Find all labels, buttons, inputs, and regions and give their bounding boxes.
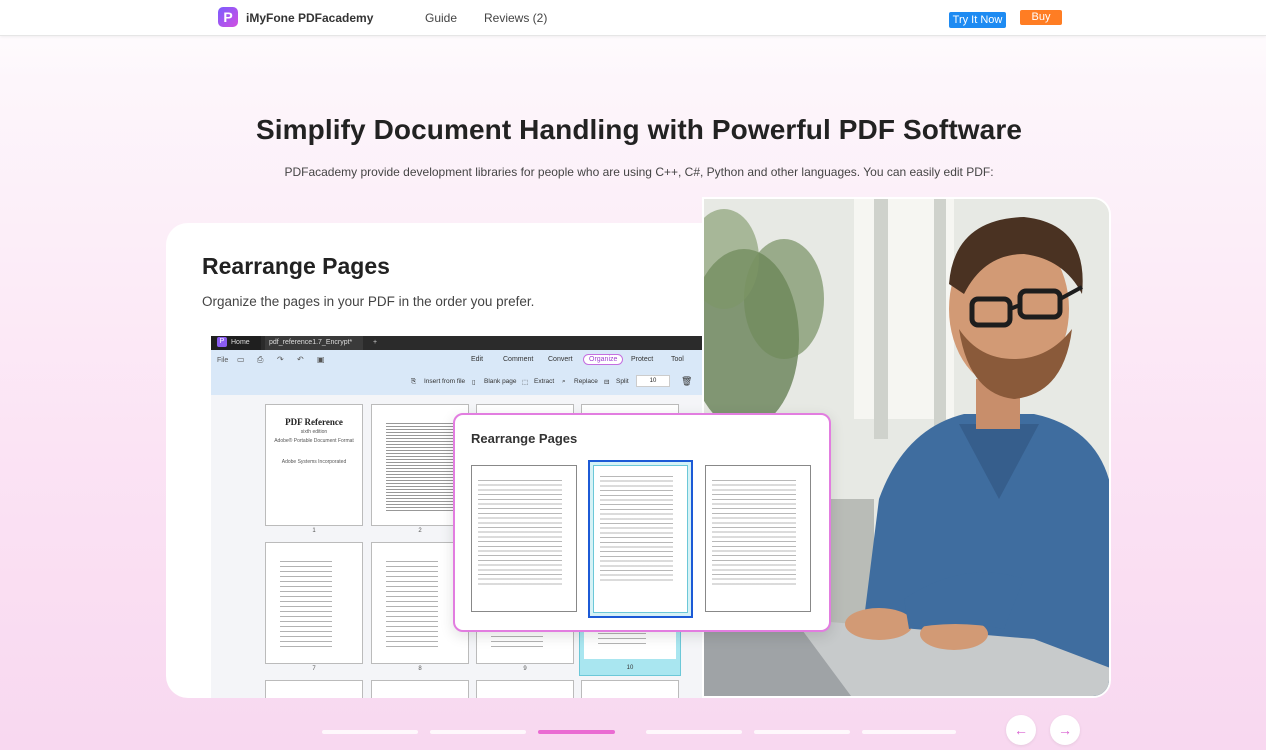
- page-label: 1: [312, 528, 316, 534]
- carousel-indicator[interactable]: [430, 730, 526, 734]
- text-lines: [712, 480, 796, 588]
- redo-icon: ↷: [277, 355, 284, 364]
- page-thumbnail: [265, 680, 363, 698]
- tool-insert-from-file: Insert from file: [424, 378, 466, 385]
- split-icon: ⊟: [604, 379, 610, 386]
- text-lines: [386, 423, 454, 511]
- dialog-page-inner: [593, 465, 688, 613]
- page-thumbnail: [265, 542, 363, 664]
- undo-icon: ↶: [297, 355, 304, 364]
- carousel-indicator[interactable]: [862, 730, 956, 734]
- app-menu-edit: Edit: [471, 356, 484, 363]
- page-thumbnail: [476, 680, 574, 698]
- dialog-title: Rearrange Pages: [471, 431, 578, 446]
- carousel-indicator[interactable]: [646, 730, 742, 734]
- screenshot-icon: ▣: [317, 355, 325, 364]
- page-label: 8: [418, 666, 422, 672]
- page-thumbnail: [581, 680, 679, 698]
- thumb-doc-title: PDF Reference: [285, 417, 343, 427]
- app-logo-icon: P: [217, 337, 227, 348]
- app-menu-comment: Comment: [503, 356, 534, 363]
- carousel-prev-arrow-icon[interactable]: ←: [1006, 715, 1036, 745]
- tool-extract: Extract: [534, 378, 555, 385]
- app-menu-convert: Convert: [548, 356, 573, 363]
- tool-split: Split: [616, 378, 629, 385]
- app-tab-bar: P Home pdf_reference1.7_Encrypt* +: [211, 336, 726, 350]
- dialog-page-selected: [588, 460, 693, 618]
- page-subtitle: PDFacademy provide development libraries…: [284, 165, 994, 179]
- blank-page-icon: ▯: [472, 379, 476, 386]
- thumb-doc-format: Adobe® Portable Document Format: [274, 438, 354, 444]
- rearrange-pages-dialog: Rearrange Pages: [453, 413, 831, 632]
- text-lines: [280, 561, 332, 649]
- dialog-page: [471, 465, 577, 612]
- carousel-indicator[interactable]: [322, 730, 418, 734]
- nav-link-reviews[interactable]: Reviews (2): [484, 11, 547, 25]
- print-icon: ⎙: [257, 355, 264, 364]
- trash-icon: 🗑: [681, 376, 693, 386]
- carousel-next-arrow-icon[interactable]: →: [1050, 715, 1080, 745]
- page-label: 9: [523, 666, 527, 672]
- app-tab-document: pdf_reference1.7_Encrypt*: [265, 336, 363, 350]
- thumb-doc-company: Adobe Systems Incorporated: [281, 459, 347, 465]
- text-lines: [478, 480, 562, 588]
- app-file-menu: File: [217, 357, 229, 364]
- tool-replace: Replace: [574, 378, 598, 385]
- nav-link-guide[interactable]: Guide: [425, 11, 457, 25]
- dialog-page: [705, 465, 811, 612]
- brand-name[interactable]: iMyFone PDFacademy: [246, 11, 373, 25]
- feature-description: Organize the pages in your PDF in the or…: [202, 294, 535, 309]
- top-navbar: P iMyFone PDFacademy Guide Reviews (2) T…: [0, 0, 1266, 36]
- feature-title: Rearrange Pages: [202, 253, 390, 279]
- brand-logo-icon[interactable]: P: [218, 7, 238, 27]
- page-thumbnail: PDF Reference sixth edition Adobe® Porta…: [265, 404, 363, 526]
- insert-file-icon: ⎘: [411, 378, 417, 385]
- app-tab-home-label: Home: [231, 339, 250, 346]
- page-label: 7: [312, 666, 316, 672]
- app-menu-organize: Organize: [583, 354, 624, 365]
- carousel-indicator-active[interactable]: [538, 730, 615, 734]
- try-it-now-button[interactable]: Try It Now: [949, 12, 1006, 28]
- save-icon: ▭: [237, 355, 245, 364]
- buy-button[interactable]: Buy: [1020, 10, 1062, 25]
- text-lines: [386, 561, 438, 649]
- replace-icon: ⌕: [562, 378, 566, 385]
- app-tab-home: P Home: [211, 336, 261, 350]
- app-menu-tool: Tool: [671, 356, 684, 363]
- page-label: 10: [626, 665, 634, 671]
- page-thumbnail: [371, 680, 469, 698]
- app-toolbar: File ▭ ⎙ ↷ ↶ ▣ Edit Comment Convert Orga…: [211, 350, 726, 395]
- tool-blank-page: Blank page: [484, 378, 517, 385]
- thumb-doc-edition: sixth edition: [300, 429, 328, 435]
- page-title: Simplify Document Handling with Powerful…: [255, 114, 1023, 145]
- app-menu-protect: Protect: [631, 356, 654, 363]
- carousel-indicator[interactable]: [754, 730, 850, 734]
- page-number-field: 10: [636, 375, 670, 387]
- app-tab-add: +: [372, 339, 378, 346]
- extract-icon: ⬚: [522, 379, 529, 386]
- text-lines: [600, 476, 673, 584]
